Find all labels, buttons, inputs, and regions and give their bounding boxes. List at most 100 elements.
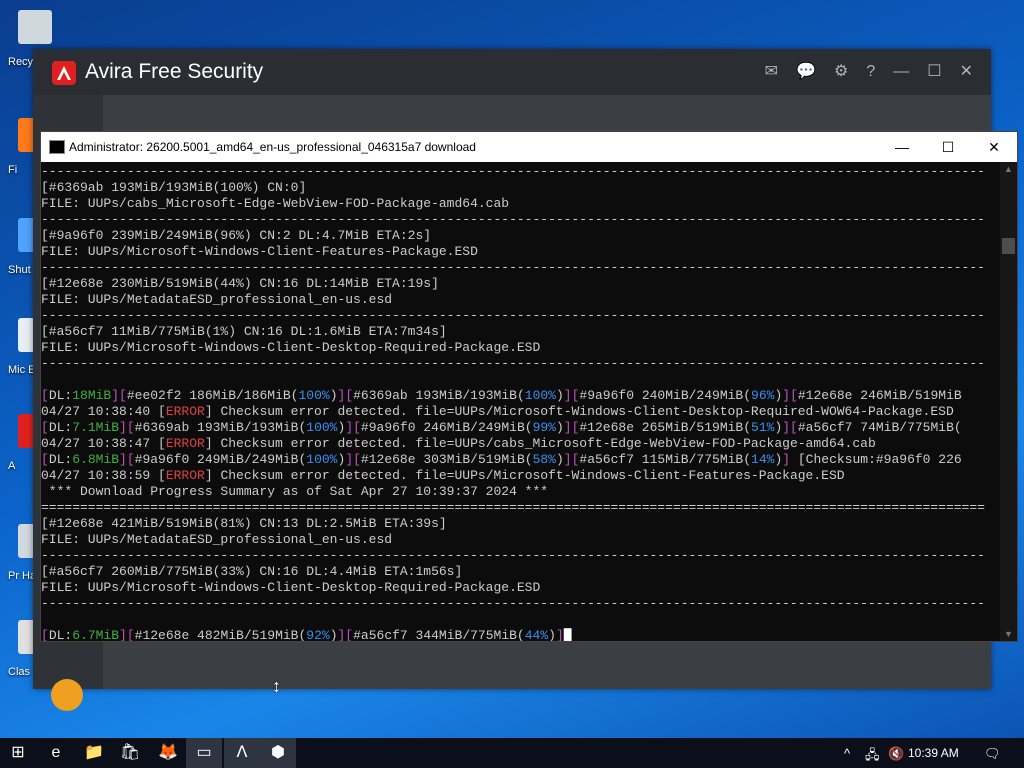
desktop-icon-label: Pr Ha <box>8 570 37 582</box>
console-text: ][ <box>563 388 580 403</box>
console-line: 04/27 10:38:59 [ERROR] Checksum error de… <box>41 468 999 484</box>
file-explorer-taskbar-icon[interactable]: 📁 <box>76 738 112 768</box>
console-line: [#a56cf7 11MiB/775MiB(1%) CN:16 DL:1.6Mi… <box>41 324 999 340</box>
console-text: ][ <box>345 452 361 467</box>
close-icon[interactable]: ✕ <box>960 63 973 81</box>
mail-icon[interactable]: ✉ <box>765 63 778 81</box>
console-text: #a56cf7 344MiB/775MiB( <box>353 628 525 641</box>
console-text: 04/27 10:38:59 [ <box>41 468 166 483</box>
console-text: [ <box>41 452 49 467</box>
console-line: FILE: UUPs/Microsoft-Windows-Client-Feat… <box>41 244 999 260</box>
console-text: ----------------------------------------… <box>41 356 985 371</box>
console-text: #a56cf7 115MiB/775MiB( <box>579 452 752 467</box>
console-text: #12e68e 303MiB/519MiB( <box>360 452 533 467</box>
console-text: #ee02f2 186MiB/186MiB( <box>126 388 299 403</box>
console-text: ][ <box>782 388 798 403</box>
console-text: #a56cf7 74MiB/775MiB( <box>797 420 962 435</box>
resize-cursor-icon: ↕ <box>272 676 281 696</box>
console-text: FILE: UUPs/Microsoft-Windows-Client-Desk… <box>41 580 541 595</box>
edge-taskbar-icon[interactable]: e <box>38 738 74 768</box>
gear-icon[interactable]: ⚙ <box>834 63 848 81</box>
console-text: [#a56cf7 260MiB/775MiB(33%) CN:16 DL:4.4… <box>41 564 463 579</box>
lock-upload-icon[interactable] <box>51 679 83 711</box>
console-text: ) <box>555 452 564 467</box>
start-button[interactable]: ⊞ <box>0 738 36 768</box>
tray-chevron-icon[interactable]: ^ <box>844 746 850 761</box>
volume-muted-icon[interactable]: 🔇 <box>888 746 904 762</box>
desktop-icon-label: Mic E <box>8 364 36 376</box>
console-text: 58% <box>532 452 556 467</box>
cmd-titlebar[interactable]: Administrator: 26200.5001_amd64_en-us_pr… <box>41 132 1017 162</box>
console-text: █ <box>563 628 572 641</box>
console-text: [#12e68e 421MiB/519MiB(81%) CN:13 DL:2.5… <box>41 516 447 531</box>
scrollbar-thumb[interactable] <box>1002 238 1015 254</box>
console-text: ----------------------------------------… <box>41 212 985 227</box>
console-text: ----------------------------------------… <box>41 548 985 563</box>
minimize-button[interactable]: — <box>879 132 925 162</box>
console-line: ----------------------------------------… <box>41 260 999 276</box>
clock[interactable]: 10:39 AM <box>908 746 959 760</box>
console-line: FILE: UUPs/MetadataESD_professional_en-u… <box>41 292 999 308</box>
console-line: 04/27 10:38:40 [ERROR] Checksum error de… <box>41 404 999 420</box>
console-text: DL: <box>48 420 73 435</box>
console-line: [DL:6.7MiB][#12e68e 482MiB/519MiB(92%)][… <box>41 628 999 641</box>
network-icon[interactable]: 🖧 <box>865 746 880 768</box>
maximize-icon[interactable]: ☐ <box>927 63 941 81</box>
console-line: ========================================… <box>41 500 999 516</box>
console-line: [#a56cf7 260MiB/775MiB(33%) CN:16 DL:4.4… <box>41 564 999 580</box>
notifications-icon[interactable]: 🗨 <box>984 746 1001 762</box>
console-text: ) <box>329 628 338 641</box>
console-text: #9a96f0 240MiB/249MiB( <box>579 388 752 403</box>
console-scrollbar[interactable]: ▲ ▼ <box>1000 162 1017 641</box>
close-button[interactable]: ✕ <box>971 132 1017 162</box>
avira-header-icons: ✉ 💬 ⚙? — ☐ ✕ <box>765 63 973 81</box>
avira-product-name: Free Security <box>138 60 264 83</box>
scroll-up-icon[interactable]: ▲ <box>1000 162 1017 176</box>
avira-taskbar-icon[interactable]: ᐱ <box>224 738 260 768</box>
console-output[interactable]: ----------------------------------------… <box>41 162 999 641</box>
console-text: ] <box>555 628 564 641</box>
console-text: [ <box>41 628 49 641</box>
console-line: [DL:6.8MiB][#9a96f0 249MiB/249MiB(100%)]… <box>41 452 999 468</box>
cmd-app-icon <box>49 140 65 154</box>
cmd-window: Administrator: 26200.5001_amd64_en-us_pr… <box>40 131 1018 642</box>
console-text: DL: <box>48 452 73 467</box>
desktop-icon-label: Fi <box>8 164 18 176</box>
recycle-bin-icon <box>18 10 52 44</box>
minimize-icon[interactable]: — <box>893 63 909 81</box>
chat-icon[interactable]: 💬 <box>796 63 816 81</box>
console-text: #9a96f0 246MiB/249MiB( <box>360 420 533 435</box>
console-text: ERROR <box>165 404 205 419</box>
store-taskbar-icon[interactable]: 🛍 <box>112 738 148 768</box>
scroll-down-icon[interactable]: ▼ <box>1000 627 1017 641</box>
console-text: ] Checksum error detected. file=UUPs/Mic… <box>204 404 954 419</box>
console-text: 100% <box>306 420 338 435</box>
console-text: ][ <box>563 420 580 435</box>
console-text: 04/27 10:38:40 [ <box>41 404 166 419</box>
help-icon[interactable]: ? <box>866 63 875 81</box>
console-text: ][ <box>337 388 354 403</box>
console-line: ----------------------------------------… <box>41 308 999 324</box>
console-text: ][ <box>345 420 361 435</box>
avira-brand-name: Avira <box>85 60 133 83</box>
app-taskbar-icon[interactable]: ⬢ <box>260 738 296 768</box>
console-text: [Checksum:#9a96f0 226 <box>797 452 962 467</box>
avira-titlebar[interactable]: Avira Free Security ✉ 💬 ⚙? — ☐ ✕ <box>33 49 991 95</box>
console-line: *** Download Progress Summary as of Sat … <box>41 484 999 500</box>
console-text: [#12e68e 230MiB/519MiB(44%) CN:16 DL:14M… <box>41 276 439 291</box>
console-line: [#6369ab 193MiB/193MiB(100%) CN:0] <box>41 180 999 196</box>
cmd-taskbar-icon[interactable]: ▭ <box>186 738 222 768</box>
console-text: [ <box>41 420 49 435</box>
console-line: [#9a96f0 239MiB/249MiB(96%) CN:2 DL:4.7M… <box>41 228 999 244</box>
firefox-taskbar-icon[interactable]: 🦊 <box>150 738 186 768</box>
console-text: ] Checksum error detected. file=UUPs/cab… <box>204 436 876 451</box>
console-text: ][ <box>119 452 135 467</box>
maximize-button[interactable]: ☐ <box>925 132 971 162</box>
taskbar: ⊞ e 📁 🛍 🦊 ▭ ᐱ ⬢ ^ 🖧 🔇 10:39 AM 🗨 <box>0 738 1024 768</box>
console-text: ) <box>329 388 338 403</box>
console-text: ][ <box>119 420 135 435</box>
console-text: 92% <box>306 628 330 641</box>
console-text: ----------------------------------------… <box>41 164 985 179</box>
console-line: [DL:7.1MiB][#6369ab 193MiB/193MiB(100%)]… <box>41 420 999 436</box>
console-text: [#9a96f0 239MiB/249MiB(96%) CN:2 DL:4.7M… <box>41 228 432 243</box>
